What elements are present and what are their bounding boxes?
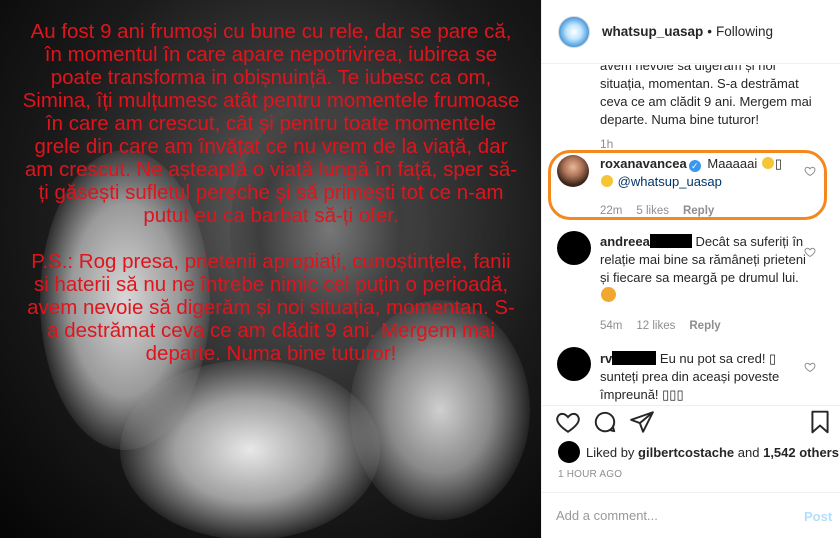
follow-status-button[interactable]: Following bbox=[716, 24, 773, 39]
likes-middle: and bbox=[737, 444, 760, 460]
redaction-block bbox=[612, 351, 657, 365]
comment-username[interactable]: roxanavancea bbox=[600, 156, 687, 171]
heart-icon[interactable] bbox=[555, 409, 581, 435]
comment-icon[interactable] bbox=[592, 409, 618, 435]
comment-avatar[interactable] bbox=[557, 231, 591, 265]
comment-reply-button[interactable]: Reply bbox=[683, 205, 714, 217]
comment-item: roxanavancea ✓ Maaaaai ▯ @whatsup_uasap bbox=[600, 156, 783, 189]
sad-face-emoji-icon bbox=[761, 157, 774, 169]
comment-meta: 54m 12 likes Reply bbox=[600, 320, 721, 332]
comment-item: andreea Decât sa suferiți în relație mai… bbox=[600, 233, 810, 306]
liker-username[interactable]: gilbertcostache bbox=[638, 445, 734, 460]
likes-count[interactable]: 1,542 others bbox=[763, 445, 839, 460]
caption-text: avem nevoie să digerăm și noi situația, … bbox=[600, 65, 812, 127]
post-sidebar: whatsup_uasap • Following avem nevoie să… bbox=[541, 0, 840, 538]
comment-meta: 22m 5 likes Reply bbox=[600, 205, 714, 217]
sad-face-emoji-icon bbox=[601, 175, 613, 187]
post-timestamp[interactable]: 1 HOUR AGO bbox=[558, 469, 622, 480]
author-avatar[interactable] bbox=[558, 15, 590, 48]
likes-prefix: Liked by bbox=[586, 444, 635, 460]
share-icon[interactable] bbox=[629, 409, 655, 435]
image-dress-highlight bbox=[120, 360, 380, 538]
header-separator: • bbox=[707, 24, 713, 39]
comment-like-heart-icon[interactable] bbox=[804, 165, 816, 177]
actions-bar bbox=[542, 405, 840, 445]
comment-reply-button[interactable]: Reply bbox=[689, 320, 720, 332]
comment-avatar[interactable] bbox=[557, 155, 589, 187]
hug-emoji-icon bbox=[601, 287, 616, 302]
bookmark-icon[interactable] bbox=[807, 409, 833, 435]
likes-summary: Liked by gilbertcostache and 1,542 other… bbox=[558, 441, 839, 463]
comments-list[interactable]: avem nevoie să digerăm și noi situația, … bbox=[542, 65, 840, 405]
add-comment-bar: Post bbox=[542, 492, 840, 538]
redaction-block bbox=[649, 234, 692, 248]
comment-like-heart-icon[interactable] bbox=[804, 361, 816, 373]
verified-icon: ✓ bbox=[688, 160, 701, 172]
add-comment-input[interactable] bbox=[556, 508, 776, 523]
comment-username[interactable]: rv bbox=[600, 351, 612, 366]
comment-body: Maaaaai bbox=[707, 156, 758, 171]
comment-time[interactable]: 22m bbox=[600, 205, 622, 217]
post-image[interactable]: Au fost 9 ani frumoși cu bune cu rele, d… bbox=[0, 0, 541, 538]
author-username[interactable]: whatsup_uasap bbox=[602, 24, 703, 39]
post-comment-button[interactable]: Post bbox=[804, 509, 832, 524]
post-header: whatsup_uasap • Following bbox=[542, 0, 840, 64]
instagram-post-modal: Au fost 9 ani frumoși cu bune cu rele, d… bbox=[0, 0, 840, 538]
caption-time[interactable]: 1h bbox=[600, 137, 613, 151]
comment-item: rv Eu nu pot sa cred! ▯ sunteți prea din… bbox=[600, 350, 810, 404]
comment-username[interactable]: andreea bbox=[600, 234, 650, 249]
liker-avatar[interactable] bbox=[558, 441, 580, 463]
comment-time[interactable]: 54m bbox=[600, 320, 622, 332]
comment-mention-link[interactable]: @whatsup_uasap bbox=[618, 174, 722, 189]
comment-likes[interactable]: 12 likes bbox=[636, 320, 675, 332]
comment-avatar[interactable] bbox=[557, 347, 591, 381]
comment-likes[interactable]: 5 likes bbox=[636, 205, 669, 217]
image-overlay-text: Au fost 9 ani frumoși cu bune cu rele, d… bbox=[22, 20, 520, 365]
comment-like-heart-icon[interactable] bbox=[804, 246, 816, 258]
